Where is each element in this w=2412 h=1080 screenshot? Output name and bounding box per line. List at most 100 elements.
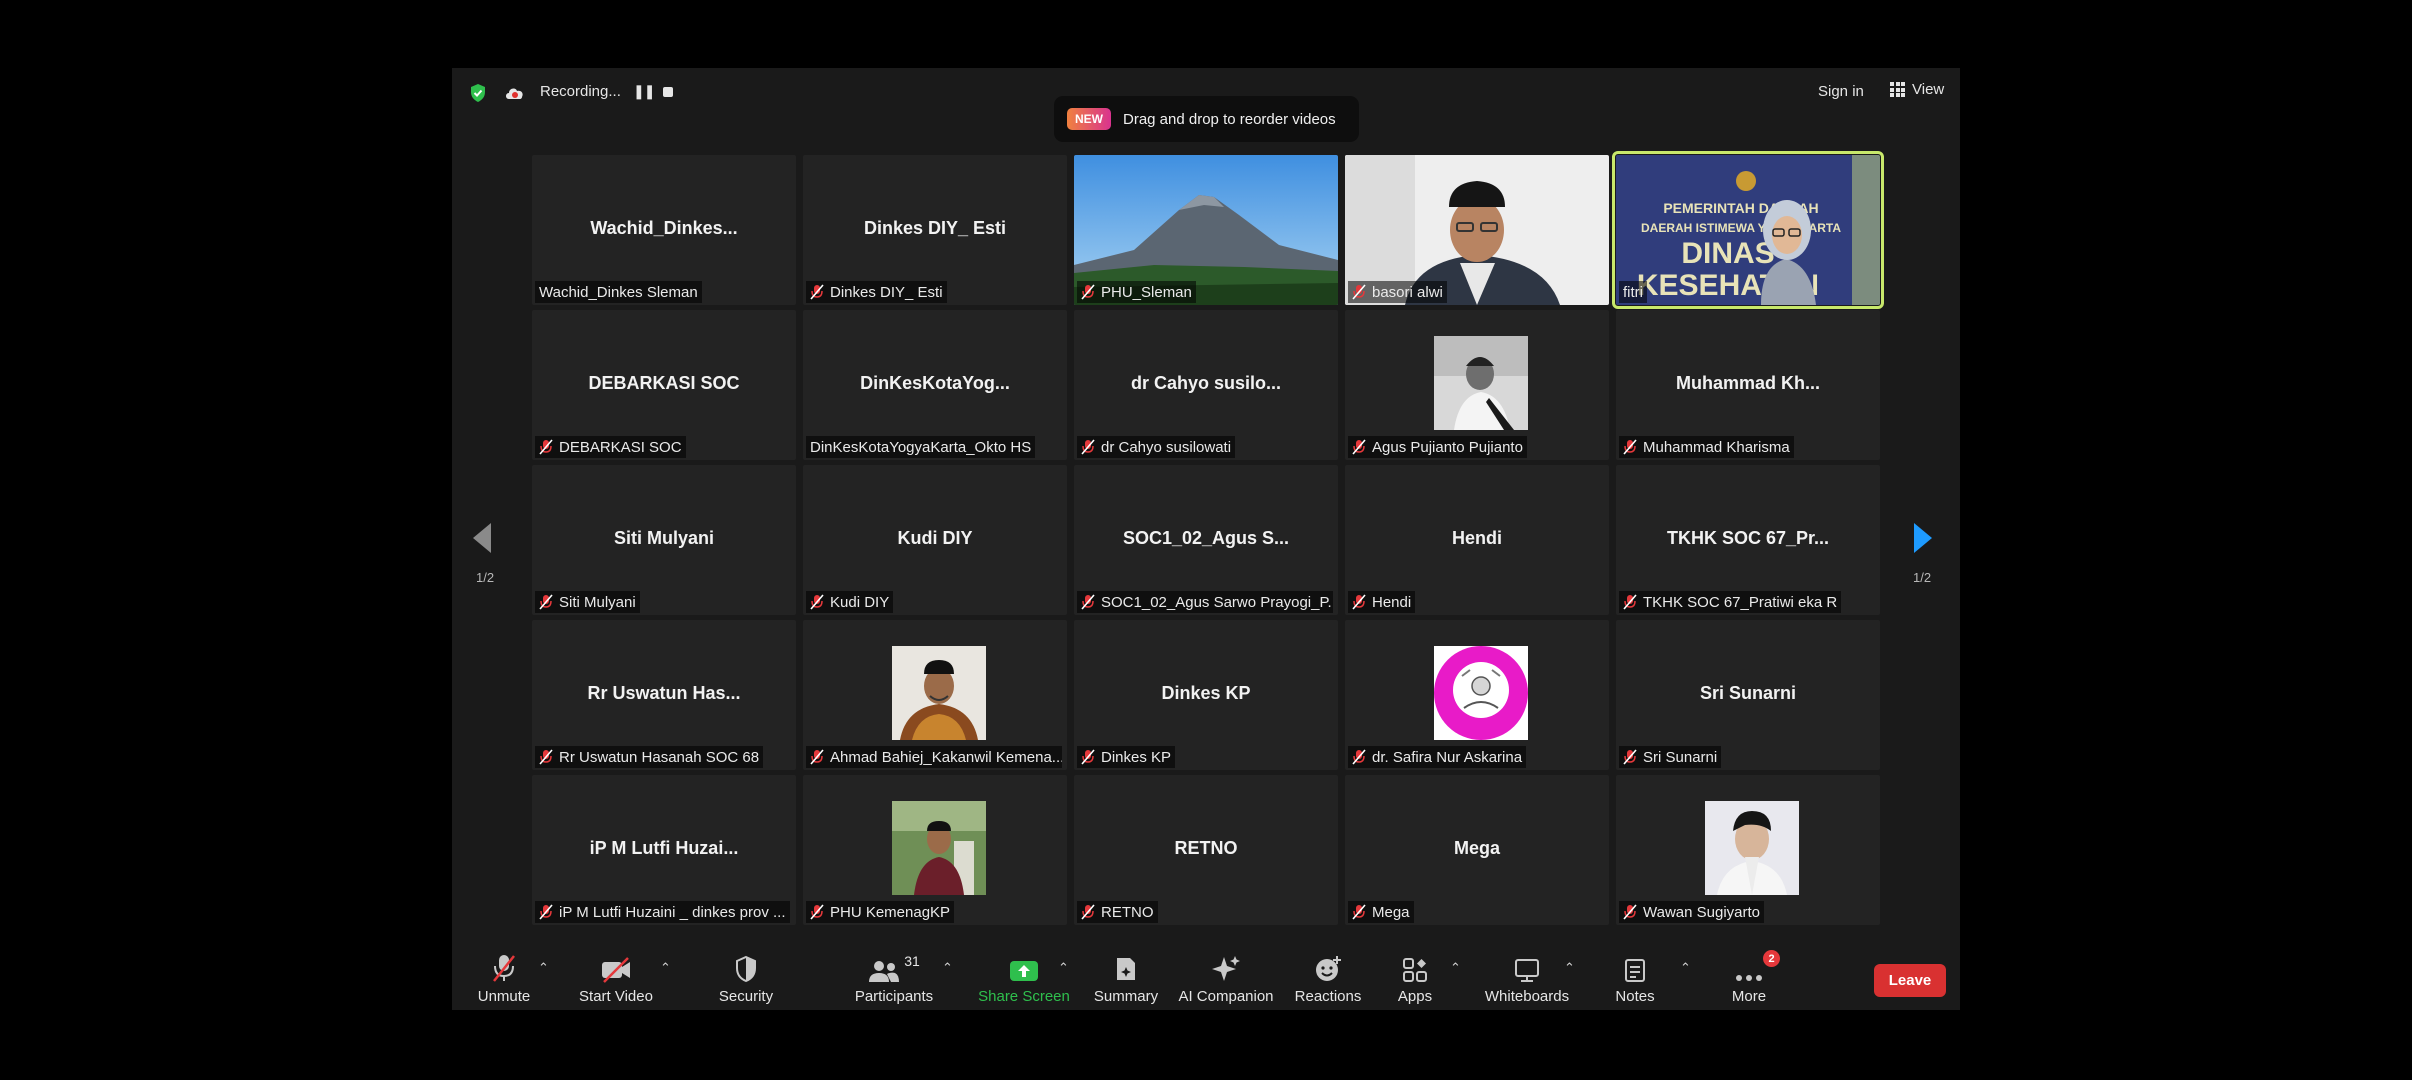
page-indicator-right: 1/2 <box>1913 570 1932 585</box>
video-tile[interactable]: iP M Lutfi Huzai... iP M Lutfi Huzaini _… <box>532 775 796 925</box>
participant-name-display: Wachid_Dinkes... <box>590 218 738 238</box>
summary-label: Summary <box>1093 988 1159 1005</box>
banner-text: Drag and drop to reorder videos <box>1123 110 1336 128</box>
participant-label: Wawan Sugiyarto <box>1619 901 1764 923</box>
participant-label: Rr Uswatun Hasanah SOC 68 <box>535 746 764 768</box>
participant-label-text: Wachid_Dinkes Sleman <box>539 283 698 301</box>
video-tile[interactable]: Ahmad Bahiej_Kakanwil Kemena... <box>803 620 1067 770</box>
whiteboards-button[interactable]: Whiteboards <box>1481 953 1573 1005</box>
video-tile[interactable]: dr Cahyo susilo... dr Cahyo susilowati <box>1074 310 1338 460</box>
participants-options-caret-icon[interactable]: ⌃ <box>942 960 953 976</box>
video-tile[interactable]: Rr Uswatun Has... Rr Uswatun Hasanah SOC… <box>532 620 796 770</box>
participant-label: Mega <box>1348 901 1414 923</box>
participant-label-text: PHU KemenagKP <box>830 903 951 921</box>
next-page-icon[interactable] <box>1912 521 1934 555</box>
video-tile[interactable]: Muhammad Kh... Muhammad Kharisma <box>1616 310 1880 460</box>
participant-label: Ahmad Bahiej_Kakanwil Kemena... <box>806 746 1062 768</box>
video-tile[interactable]: PHU KemenagKP <box>803 775 1067 925</box>
security-shield-icon <box>736 955 756 983</box>
previous-page-icon[interactable] <box>471 521 493 555</box>
notes-options-caret-icon[interactable]: ⌃ <box>1680 960 1691 976</box>
start-video-button[interactable]: Start Video <box>576 953 656 1005</box>
video-off-icon <box>602 957 630 983</box>
ai-companion-label: AI Companion <box>1178 988 1274 1005</box>
participant-name-display: Muhammad Kh... <box>1675 373 1820 393</box>
participant-name-display: iP M Lutfi Huzai... <box>589 838 739 858</box>
video-tile[interactable]: TKHK SOC 67_Pr... TKHK SOC 67_Pratiwi ek… <box>1616 465 1880 615</box>
encryption-shield-icon[interactable] <box>468 83 488 103</box>
participant-name-display: Siti Mulyani <box>613 528 714 548</box>
participant-label: Agus Pujianto Pujianto <box>1348 436 1527 458</box>
video-tile[interactable]: RETNO RETNO <box>1074 775 1338 925</box>
stop-recording-icon[interactable] <box>663 87 673 97</box>
muted-mic-icon <box>1352 749 1366 765</box>
security-button[interactable]: Security <box>711 953 781 1005</box>
reorder-banner: NEW Drag and drop to reorder videos <box>1054 96 1359 142</box>
apps-options-caret-icon[interactable]: ⌃ <box>1450 960 1461 976</box>
participant-label: PHU_Sleman <box>1077 281 1196 303</box>
notes-label: Notes <box>1615 988 1655 1005</box>
share-options-caret-icon[interactable]: ⌃ <box>1058 960 1069 976</box>
video-tile[interactable]: Siti Mulyani Siti Mulyani <box>532 465 796 615</box>
video-tile[interactable]: DinKesKotaYog... DinKesKotaYogyaKarta_Ok… <box>803 310 1067 460</box>
whiteboard-icon <box>1515 959 1539 982</box>
participants-icon <box>869 961 900 982</box>
recording-status: Recording... <box>540 83 621 100</box>
notification-badge: 2 <box>1763 950 1780 967</box>
participant-label-text: Hendi <box>1372 593 1412 611</box>
video-options-caret-icon[interactable]: ⌃ <box>660 960 671 976</box>
new-badge: NEW <box>1067 108 1111 130</box>
whiteboards-label: Whiteboards <box>1484 988 1570 1005</box>
participant-label-text: TKHK SOC 67_Pratiwi eka R <box>1643 593 1838 611</box>
participants-label: Participants <box>854 988 934 1005</box>
participant-label-text: Sri Sunarni <box>1643 748 1718 766</box>
pause-recording-icon[interactable]: ❚❚ <box>633 83 655 100</box>
video-tile[interactable]: SOC1_02_Agus S... SOC1_02_Agus Sarwo Pra… <box>1074 465 1338 615</box>
participant-name-display: Dinkes DIY_ Esti <box>863 218 1007 238</box>
video-tile-active-speaker[interactable]: PEMERINTAH DAERAH DAERAH ISTIMEWA YOGYAK… <box>1612 151 1884 309</box>
participant-name-display: Sri Sunarni <box>1699 683 1797 703</box>
whiteboards-options-caret-icon[interactable]: ⌃ <box>1564 960 1575 976</box>
muted-mic-icon <box>539 439 553 455</box>
video-tile[interactable]: Dinkes KP Dinkes KP <box>1074 620 1338 770</box>
participant-label-text: PHU_Sleman <box>1101 283 1192 301</box>
participant-label: fitri <box>1619 281 1647 303</box>
audio-options-caret-icon[interactable]: ⌃ <box>538 960 549 976</box>
participant-label: TKHK SOC 67_Pratiwi eka R <box>1619 591 1842 613</box>
ai-companion-button[interactable]: AI Companion <box>1178 953 1274 1005</box>
video-tile[interactable]: dr. Safira Nur Askarina <box>1345 620 1609 770</box>
unmute-button[interactable]: Unmute <box>474 953 534 1005</box>
muted-mic-icon <box>810 284 824 300</box>
reactions-label: Reactions <box>1294 988 1362 1005</box>
notes-button[interactable]: Notes <box>1610 953 1660 1005</box>
sign-text-line3: DINAS <box>1681 237 1774 270</box>
participant-label-text: iP M Lutfi Huzaini _ dinkes prov ... <box>559 903 786 921</box>
apps-button[interactable]: Apps <box>1390 953 1440 1005</box>
muted-microphone-icon <box>493 955 515 982</box>
profile-picture <box>1434 336 1528 430</box>
video-tile[interactable]: Kudi DIY Kudi DIY <box>803 465 1067 615</box>
video-tile[interactable]: DEBARKASI SOC DEBARKASI SOC <box>532 310 796 460</box>
video-tile[interactable]: Agus Pujianto Pujianto <box>1345 310 1609 460</box>
view-button[interactable]: View <box>1890 81 1944 98</box>
leave-button[interactable]: Leave <box>1874 964 1946 997</box>
participant-label-text: Siti Mulyani <box>559 593 636 611</box>
reactions-button[interactable]: Reactions <box>1291 953 1365 1005</box>
sign-in-link[interactable]: Sign in <box>1818 83 1864 100</box>
participants-button[interactable]: 31 Participants <box>846 953 942 1005</box>
video-tile[interactable]: Wawan Sugiyarto <box>1616 775 1880 925</box>
video-tile[interactable]: Mega Mega <box>1345 775 1609 925</box>
video-tile[interactable]: Dinkes DIY_ Esti Dinkes DIY_ Esti <box>803 155 1067 305</box>
video-tile[interactable]: Sri Sunarni Sri Sunarni <box>1616 620 1880 770</box>
video-tile[interactable]: PHU_Sleman <box>1074 155 1338 305</box>
summary-button[interactable]: Summary <box>1089 953 1163 1005</box>
participant-label-text: DinKesKotaYogyaKarta_Okto HS <box>810 438 1032 456</box>
muted-mic-icon <box>539 904 553 920</box>
video-tile[interactable]: Hendi Hendi <box>1345 465 1609 615</box>
video-tile[interactable]: basori alwi <box>1345 155 1609 305</box>
participant-label: SOC1_02_Agus Sarwo Prayogi_P... <box>1077 591 1333 613</box>
participant-label: PHU KemenagKP <box>806 901 955 923</box>
meeting-window: Recording... ❚❚ NEW Drag and drop to reo… <box>452 68 1960 1010</box>
participant-name-display: DEBARKASI SOC <box>588 373 740 393</box>
video-tile[interactable]: Wachid_Dinkes... Wachid_Dinkes Sleman <box>532 155 796 305</box>
